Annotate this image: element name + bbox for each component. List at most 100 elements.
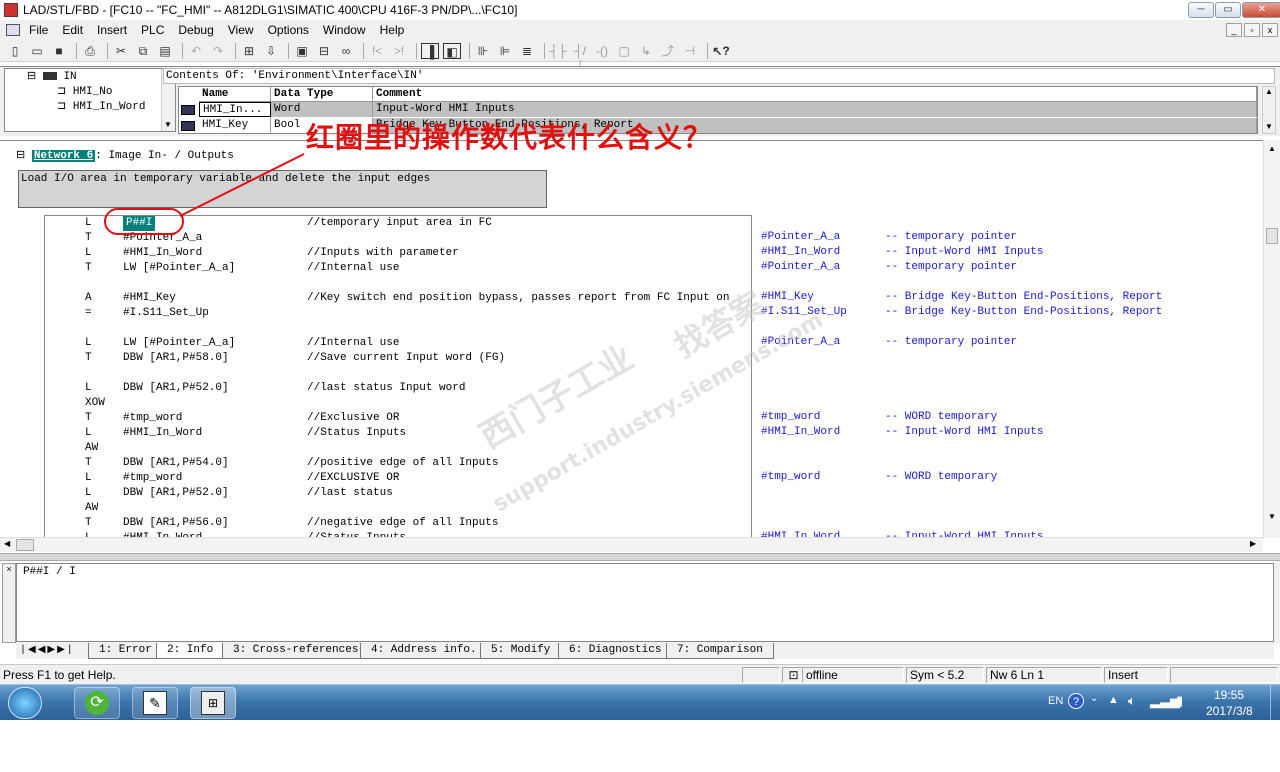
copy-icon[interactable]: ⧉ bbox=[134, 43, 152, 59]
stl-comment[interactable]: //Key switch end position bypass, passes… bbox=[307, 291, 729, 306]
stl-operation[interactable]: T bbox=[85, 231, 92, 246]
new-icon[interactable]: ▯ bbox=[6, 43, 24, 59]
cell-name[interactable]: HMI_In... bbox=[199, 102, 271, 117]
stl-comment[interactable]: //negative edge of all Inputs bbox=[307, 516, 498, 531]
empty-box-icon[interactable]: ▢ bbox=[615, 43, 633, 59]
scroll-left-icon[interactable]: ◀ bbox=[4, 539, 10, 548]
nc-contact-icon[interactable]: ┤/├ bbox=[571, 43, 589, 74]
maximize-button[interactable]: ▭ bbox=[1215, 2, 1241, 18]
cell-comment[interactable]: Input-Word HMI Inputs bbox=[373, 102, 1257, 117]
stl-operand[interactable]: DBW [AR1,P#52.0] bbox=[123, 381, 229, 396]
minimize-button[interactable]: ─ bbox=[1188, 2, 1214, 18]
scroll-down-icon[interactable]: ▼ bbox=[1264, 512, 1280, 521]
stl-code-area[interactable]: L P##I//temporary input area in FC T #Point… bbox=[44, 215, 752, 544]
stl-comment[interactable]: //Status Inputs bbox=[307, 426, 406, 441]
stl-comment[interactable]: //EXCLUSIVE OR bbox=[307, 471, 399, 486]
tray-options-icon[interactable]: ⌄ bbox=[1090, 693, 1098, 704]
start-button[interactable] bbox=[8, 687, 42, 719]
tree-node-hmi-no[interactable]: ⊐ HMI_No bbox=[57, 84, 112, 98]
tab-error[interactable]: 1: Error bbox=[88, 643, 163, 659]
stl-operation[interactable]: L bbox=[85, 216, 92, 231]
stl-operand[interactable]: #HMI_In_Word bbox=[123, 426, 202, 441]
stl-operand[interactable]: DBW [AR1,P#54.0] bbox=[123, 456, 229, 471]
editor-vscrollbar[interactable]: ▲ ▼ bbox=[1263, 140, 1280, 538]
stl-operation[interactable]: XOW bbox=[85, 396, 105, 411]
stl-comment[interactable]: //last status bbox=[307, 486, 393, 501]
collapse-icon[interactable]: ⊟ bbox=[16, 150, 32, 162]
show-hidden-icons[interactable]: ▲ bbox=[1108, 694, 1119, 706]
clock-date[interactable]: 2017/3/8 bbox=[1206, 704, 1253, 718]
menu-view[interactable]: View bbox=[221, 23, 261, 37]
scroll-down-icon[interactable]: ▼ bbox=[1263, 122, 1275, 131]
volume-icon[interactable]: 🔈︎ bbox=[1128, 693, 1136, 709]
coil-icon[interactable]: -() bbox=[593, 43, 611, 59]
stl-operand[interactable]: #tmp_word bbox=[123, 471, 182, 486]
paste-icon[interactable]: ▤ bbox=[156, 43, 174, 59]
output-pane[interactable]: P##I / I bbox=[16, 563, 1274, 643]
help-context-icon[interactable]: ↖? bbox=[712, 43, 730, 59]
tab-address-info[interactable]: 4: Address info. bbox=[360, 643, 488, 659]
tree-node-hmi-in-word[interactable]: ⊐ HMI_In_Word bbox=[57, 99, 145, 113]
stl-operation[interactable]: A bbox=[85, 291, 92, 306]
network-label[interactable]: Network 6 bbox=[31, 150, 96, 162]
tab-info[interactable]: 2: Info bbox=[156, 643, 225, 659]
fbd-icon[interactable]: ⊫ bbox=[496, 43, 514, 59]
stl-operation[interactable]: AW bbox=[85, 501, 98, 516]
open-branch-icon[interactable]: ↳ bbox=[637, 43, 655, 59]
stl-icon[interactable]: ≣ bbox=[518, 43, 536, 59]
undo-icon[interactable]: ↶ bbox=[187, 43, 205, 59]
connection-icon[interactable]: ⊣ bbox=[681, 43, 699, 59]
network-icon[interactable]: ⊞ bbox=[240, 43, 258, 59]
ladder-icon[interactable]: ⊪ bbox=[474, 43, 492, 59]
stl-comment[interactable]: //positive edge of all Inputs bbox=[307, 456, 498, 471]
mdi-close-button[interactable]: x bbox=[1262, 23, 1278, 37]
clock-time[interactable]: 19:55 bbox=[1214, 688, 1244, 702]
scroll-up-icon[interactable]: ▲ bbox=[1263, 87, 1275, 96]
stl-comment[interactable]: //Exclusive OR bbox=[307, 411, 399, 426]
stl-comment[interactable]: //temporary input area in FC bbox=[307, 216, 492, 231]
stl-operand[interactable]: DBW [AR1,P#58.0] bbox=[123, 351, 229, 366]
monitor-icon[interactable]: ▣ bbox=[293, 43, 311, 59]
stl-operand[interactable]: #tmp_word bbox=[123, 411, 182, 426]
scroll-up-icon[interactable]: ▲ bbox=[1264, 144, 1280, 153]
tab-nav-icon[interactable]: |◀◀▶▶| bbox=[20, 644, 75, 656]
stl-operand[interactable]: DBW [AR1,P#52.0] bbox=[123, 486, 229, 501]
stl-operand[interactable]: LW [#Pointer_A_a] bbox=[123, 336, 235, 351]
cell-type[interactable]: Word bbox=[271, 102, 373, 117]
stl-comment[interactable]: //Internal use bbox=[307, 261, 399, 276]
stl-operation[interactable]: L bbox=[85, 471, 92, 486]
cell-name[interactable]: HMI_Key bbox=[199, 118, 271, 133]
stl-comment[interactable]: //Save current Input word (FG) bbox=[307, 351, 505, 366]
output-pane-grip[interactable]: × bbox=[2, 563, 16, 643]
no-contact-icon[interactable]: ┤├ bbox=[549, 43, 567, 59]
stl-operation[interactable]: L bbox=[85, 246, 92, 261]
tab-diagnostics[interactable]: 6: Diagnostics bbox=[558, 643, 673, 659]
editor-hscrollbar[interactable]: ◀ ▶ bbox=[0, 537, 1263, 552]
stl-operation[interactable]: L bbox=[85, 336, 92, 351]
prev-error-icon[interactable]: !< bbox=[368, 43, 386, 59]
scroll-right-icon[interactable]: ▶ bbox=[1250, 539, 1256, 548]
taskbar-app-refresh[interactable]: ⟳ bbox=[74, 687, 120, 719]
stl-comment[interactable]: //last status Input word bbox=[307, 381, 465, 396]
close-button[interactable]: ✕ bbox=[1242, 2, 1280, 18]
stl-operation[interactable]: T bbox=[85, 261, 92, 276]
stl-operand[interactable]: #I.S11_Set_Up bbox=[123, 306, 209, 321]
stl-operation[interactable]: T bbox=[85, 516, 92, 531]
stl-operation[interactable]: T bbox=[85, 411, 92, 426]
stl-operation[interactable]: T bbox=[85, 456, 92, 471]
cut-icon[interactable]: ✂ bbox=[112, 43, 130, 59]
stl-operation[interactable]: AW bbox=[85, 441, 98, 456]
taskbar-app-lad-stl[interactable]: ⊞ bbox=[190, 687, 236, 719]
stl-comment[interactable]: //Internal use bbox=[307, 336, 399, 351]
details-icon[interactable]: ◧ bbox=[443, 42, 461, 59]
overview-icon[interactable]: ▐ bbox=[421, 42, 439, 59]
redo-icon[interactable]: ↷ bbox=[209, 43, 227, 59]
stl-operation[interactable]: = bbox=[85, 306, 92, 321]
stl-operation[interactable]: L bbox=[85, 486, 92, 501]
accessible-nodes-icon[interactable]: ⊟ bbox=[315, 43, 333, 59]
open-icon[interactable]: ▭ bbox=[28, 43, 46, 59]
scroll-thumb[interactable] bbox=[1266, 228, 1278, 244]
scroll-thumb[interactable] bbox=[16, 539, 34, 551]
menu-edit[interactable]: Edit bbox=[55, 23, 90, 37]
tab-modify[interactable]: 5: Modify bbox=[480, 643, 562, 659]
